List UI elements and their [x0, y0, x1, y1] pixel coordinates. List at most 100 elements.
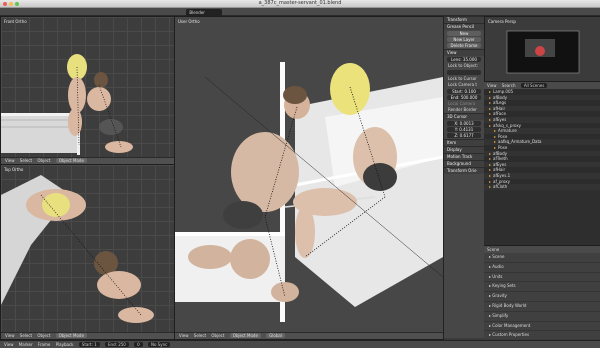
scene-figures: [1, 175, 154, 323]
properties-sections: ▸ Scene ▸ Audio ▸ Units ▸ Keying Sets ▸ Grav…: [484, 253, 600, 342]
outliner-row-label: afTeeth: [493, 156, 508, 162]
properties-section-header[interactable]: ▸ Scene: [484, 253, 600, 263]
properties-section-label: Audio: [492, 263, 504, 269]
object-type-icon: ▸: [489, 178, 492, 184]
properties-section-header[interactable]: ▸ Gravity: [484, 292, 600, 302]
object-type-icon: ▸: [489, 167, 492, 173]
lock-camera-checkbox[interactable]: Lock Camera t: [444, 82, 484, 88]
sync-mode-select[interactable]: No Sync: [147, 342, 171, 347]
outliner-row-label: Lamp.005: [493, 89, 514, 94]
object-type-icon: ▸: [489, 150, 492, 156]
zoom-window-button[interactable]: [15, 1, 19, 6]
properties-shelf: Transform Grease Pencil New New Layer De…: [443, 16, 484, 338]
lens-field[interactable]: Lens: 35.000: [447, 57, 481, 62]
window-title: a_387c_master-servant_01.blend: [258, 0, 342, 6]
properties-section-header[interactable]: ▸ Keying Sets: [484, 282, 600, 293]
cursor-3d-panel-header[interactable]: 3D Cursor: [444, 113, 484, 120]
object-menu[interactable]: Object: [211, 333, 224, 338]
outliner-row-label: afskq_s_proxy: [493, 122, 522, 128]
properties-section-label: Simplify: [492, 312, 509, 318]
properties-section-header[interactable]: ▸ Simplify: [484, 312, 600, 322]
lock-object-field[interactable]: [447, 70, 481, 75]
timeline-marker-menu[interactable]: Marker: [19, 342, 33, 347]
outliner-row-label: afHair: [493, 167, 506, 173]
new-layer-button[interactable]: New Layer: [447, 37, 481, 42]
object-type-icon: ▸: [489, 105, 492, 111]
new-button[interactable]: New: [447, 31, 481, 36]
properties-section-header[interactable]: ▸ Audio: [484, 263, 600, 273]
scene-figures: [1, 54, 133, 155]
minimize-window-button[interactable]: [9, 1, 13, 6]
viewport-camera-persp[interactable]: Camera Persp: [484, 16, 600, 82]
start-frame-field[interactable]: Start: 1: [78, 342, 100, 347]
end-frame-field[interactable]: End: 250: [105, 342, 129, 347]
grease-pencil-panel-header[interactable]: Grease Pencil: [444, 23, 484, 30]
object-menu[interactable]: Object: [37, 158, 50, 163]
properties-context-bar: Scene: [484, 246, 600, 253]
properties-section-label: Keying Sets: [492, 283, 516, 289]
object-type-icon: ▸: [489, 100, 492, 106]
camera-frame: [506, 30, 580, 74]
motion-tracking-panel-header[interactable]: Motion Track: [444, 153, 484, 160]
outliner-header: View Search All Scenes: [484, 82, 600, 89]
properties-section-header[interactable]: ▸ Units: [484, 273, 600, 283]
timeline-playback-menu[interactable]: Playback: [56, 342, 74, 347]
render-border-checkbox[interactable]: Render Border: [444, 107, 484, 113]
outliner-row[interactable]: ▸ afCloth: [484, 184, 600, 190]
outliner-list: ▸ Lamp.005 ▸ afBody ▸ afLegs ▸ afHair ▸ afFace ▸ af…: [484, 89, 600, 190]
info-header: ◉ File Add Render Window Help Animation …: [0, 8, 600, 23]
object-type-icon: ▸: [489, 94, 492, 100]
outliner-display-mode-select[interactable]: All Scenes: [520, 83, 548, 88]
outliner-search-menu[interactable]: Search: [502, 83, 516, 88]
outliner-row-label: afLegs: [493, 100, 507, 106]
object-type-icon: ▸: [489, 184, 492, 190]
display-panel-header[interactable]: Display: [444, 146, 484, 153]
outliner-row-label: af_proxy: [493, 178, 511, 184]
item-panel-header[interactable]: Item: [444, 139, 484, 146]
viewport-user-ortho[interactable]: User Ortho View Select Object Object Mod…: [174, 16, 444, 340]
outliner-row-label: Armature: [498, 128, 517, 134]
select-menu[interactable]: Select: [20, 158, 32, 163]
viewport-front-ortho[interactable]: Front Ortho View Select Object Object Mo…: [0, 16, 175, 165]
window-titlebar: a_387c_master-servant_01.blend: [0, 0, 600, 8]
properties-section-header[interactable]: ▸ Rigid Body World: [484, 302, 600, 312]
view-menu[interactable]: View: [5, 333, 15, 338]
properties-section-label: Scene: [492, 254, 505, 259]
viewport-header: View Select Object Object Mode: [1, 157, 174, 164]
cursor-y-field[interactable]: Y: 0.4131: [447, 127, 481, 132]
transform-panel-header[interactable]: Transform: [444, 16, 484, 23]
object-type-icon: ▸: [489, 116, 492, 122]
outliner-view-menu[interactable]: View: [487, 83, 497, 88]
outliner-row-label: Pose: [498, 133, 508, 139]
transform-orientations-panel-header[interactable]: Transform Orie: [444, 167, 484, 174]
outliner-row-label: afEyes: [493, 116, 507, 122]
select-menu[interactable]: Select: [20, 333, 32, 338]
mode-select[interactable]: Object Mode: [55, 333, 87, 338]
viewport-top-ortho[interactable]: Top Ortho View Select Object Object Mode: [0, 164, 175, 340]
select-menu[interactable]: Select: [194, 333, 206, 338]
scene-context-tab[interactable]: Scene: [487, 247, 499, 252]
current-frame-field[interactable]: 0: [134, 342, 143, 347]
properties-section-label: Gravity: [492, 293, 507, 299]
timeline-frame-menu[interactable]: Frame: [38, 342, 50, 347]
cursor-x-field[interactable]: X: 0.0013: [447, 121, 481, 126]
transform-orientation-select[interactable]: Global: [266, 333, 285, 338]
delete-frame-button[interactable]: Delete Frame: [447, 43, 481, 48]
viewport-header: View Select Object Object Mode Global: [175, 332, 443, 339]
cursor-z-field[interactable]: Z: 0.6177: [447, 133, 481, 138]
view-menu[interactable]: View: [179, 333, 189, 338]
lock-to-object-label: Lock to Object:: [448, 63, 479, 68]
close-window-button[interactable]: [3, 1, 7, 6]
mode-select[interactable]: Object Mode: [229, 333, 261, 338]
outliner-row-label: afHair: [493, 105, 506, 111]
properties-editor: Scene ▸ Scene ▸ Audio ▸ Units ▸ Keying Sets…: [484, 245, 600, 342]
object-menu[interactable]: Object: [37, 333, 50, 338]
timeline-view-menu[interactable]: View: [4, 342, 14, 347]
view-panel-header[interactable]: View: [444, 49, 484, 56]
background-images-panel-header[interactable]: Background: [444, 160, 484, 167]
mode-select[interactable]: Object Mode: [55, 158, 87, 163]
view-menu[interactable]: View: [5, 158, 15, 163]
clip-start-field[interactable]: Start: 0.100: [447, 89, 481, 94]
clip-end-field[interactable]: End: 500.000: [447, 95, 481, 100]
properties-section-header[interactable]: ▸ Color Management: [484, 322, 600, 332]
